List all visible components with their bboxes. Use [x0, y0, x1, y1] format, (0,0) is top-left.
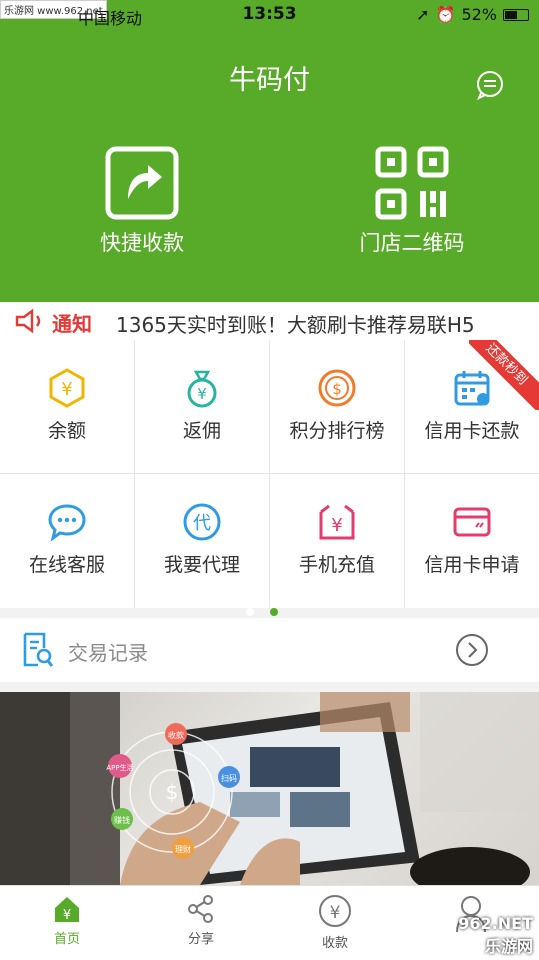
tab-label: 首页 [53, 932, 80, 947]
transaction-record-label: 交易记录 [68, 641, 148, 665]
speaker-icon [15, 308, 41, 334]
svg-text:¥: ¥ [197, 385, 207, 403]
svg-text:$: $ [332, 380, 342, 398]
watermark-bottom-right: 962.NET 乐游网 [458, 914, 533, 956]
notice-text: 1365天实时到账！大额刷卡推荐易联H5 [116, 313, 475, 337]
banner-node: 赚钱 [114, 815, 130, 825]
home-yen-icon: ¥ [55, 897, 79, 923]
credit-card-icon [453, 507, 491, 537]
page-dot-active [270, 608, 278, 616]
grid-item-label: 手机充值 [298, 554, 375, 576]
yen-hexagon-icon: ¥ [49, 368, 85, 408]
recharge-icon: ¥ [319, 504, 355, 540]
battery-icon [503, 8, 529, 21]
page-dot [246, 608, 254, 616]
grid-item-label: 余额 [47, 420, 86, 442]
svg-text:¥: ¥ [63, 908, 71, 923]
badge-container: 还款秒到 [469, 340, 539, 410]
svg-text:¥: ¥ [331, 515, 342, 536]
document-search-icon [23, 632, 54, 667]
quick-collect-label: 快捷收款 [100, 231, 184, 255]
notice-label: 通知 [52, 312, 92, 336]
status-bar: 乐游网 www.962.net 中国移动 13:53 ➚ ⏰ 52% [0, 0, 539, 30]
grid-item-label: 积分排行榜 [289, 420, 385, 442]
banner-node: 收款 [168, 730, 184, 740]
agent-icon: 代 [183, 503, 221, 541]
banner-node: APP生活 [106, 763, 133, 772]
grid-item-points-ranking[interactable]: $ 积分排行榜 [270, 340, 404, 473]
grid-item-agent[interactable]: 代 我要代理 [135, 474, 269, 607]
arrow-box-icon [105, 146, 179, 220]
app-title: 牛码付 [229, 65, 310, 96]
share-icon [188, 895, 213, 923]
grid-item-phone-recharge[interactable]: ¥ 手机充值 [270, 474, 404, 607]
banner-illustration: $ 收款 扫码 理财 赚钱 APP生活 [0, 692, 539, 885]
grid-item-label: 信用卡申请 [424, 554, 520, 576]
header: 牛码付 快捷收款 门店二维码 [0, 30, 539, 302]
qr-code-icon [375, 146, 449, 220]
grid-item-label: 在线客服 [28, 554, 105, 576]
transaction-record-row[interactable]: 交易记录 [0, 618, 539, 682]
tab-share[interactable]: 分享 [134, 894, 268, 947]
banner-node: 扫码 [221, 773, 237, 783]
location-icon: ➚ [416, 5, 430, 24]
tab-home[interactable]: ¥ 首页 [0, 894, 134, 947]
store-qr-button[interactable]: 门店二维码 [322, 145, 502, 265]
grid-item-card-apply[interactable]: 信用卡申请 [405, 474, 539, 607]
yen-circle-icon: ¥ [319, 895, 351, 927]
feature-grid: ¥ 余额 ¥ 返佣 $ 积分排行榜 还款秒到 信用卡还款 在线客服 代 我要代理… [0, 340, 539, 608]
grid-item-balance[interactable]: ¥ 余额 [0, 340, 134, 473]
banner-node: 理财 [175, 844, 191, 854]
promo-banner[interactable]: $ 收款 扫码 理财 赚钱 APP生活 [0, 692, 539, 885]
chevron-right-circle-icon[interactable] [455, 633, 489, 667]
grid-item-rebate[interactable]: ¥ 返佣 [135, 340, 269, 473]
alarm-icon: ⏰ [435, 5, 456, 24]
grid-item-label: 信用卡还款 [424, 420, 520, 442]
grid-item-label: 我要代理 [163, 554, 240, 576]
svg-text:$: $ [166, 780, 179, 804]
page-indicator [0, 608, 539, 616]
tab-collect[interactable]: ¥ 收款 [268, 894, 402, 951]
svg-text:¥: ¥ [330, 903, 341, 923]
grid-item-customer-service[interactable]: 在线客服 [0, 474, 134, 607]
quick-collect-button[interactable]: 快捷收款 [52, 145, 232, 265]
store-qr-label: 门店二维码 [359, 231, 465, 255]
coin-dollar-icon: $ [318, 369, 356, 407]
grid-item-label: 返佣 [182, 420, 221, 442]
tab-bar: ¥ 首页 分享 ¥ 收款 962.NET 乐游网 [0, 885, 539, 960]
svg-text:代: 代 [193, 513, 211, 534]
repayment-badge: 还款秒到 [469, 340, 539, 410]
status-right: ➚ ⏰ 52% [416, 5, 529, 24]
svg-text:¥: ¥ [61, 379, 72, 400]
tab-label: 收款 [321, 936, 348, 951]
money-bag-icon: ¥ [187, 370, 217, 408]
message-icon[interactable] [475, 70, 505, 100]
chat-bubble-icon [48, 504, 86, 542]
grid-item-card-repayment[interactable]: 还款秒到 信用卡还款 [405, 340, 539, 473]
notice-bar[interactable]: 通知 1365天实时到账！大额刷卡推荐易联H5 [0, 302, 539, 340]
battery-percent: 52% [461, 5, 497, 24]
tab-label: 分享 [187, 932, 214, 947]
app-screen: 乐游网 www.962.net 中国移动 13:53 ➚ ⏰ 52% 牛码付 快… [0, 0, 539, 960]
